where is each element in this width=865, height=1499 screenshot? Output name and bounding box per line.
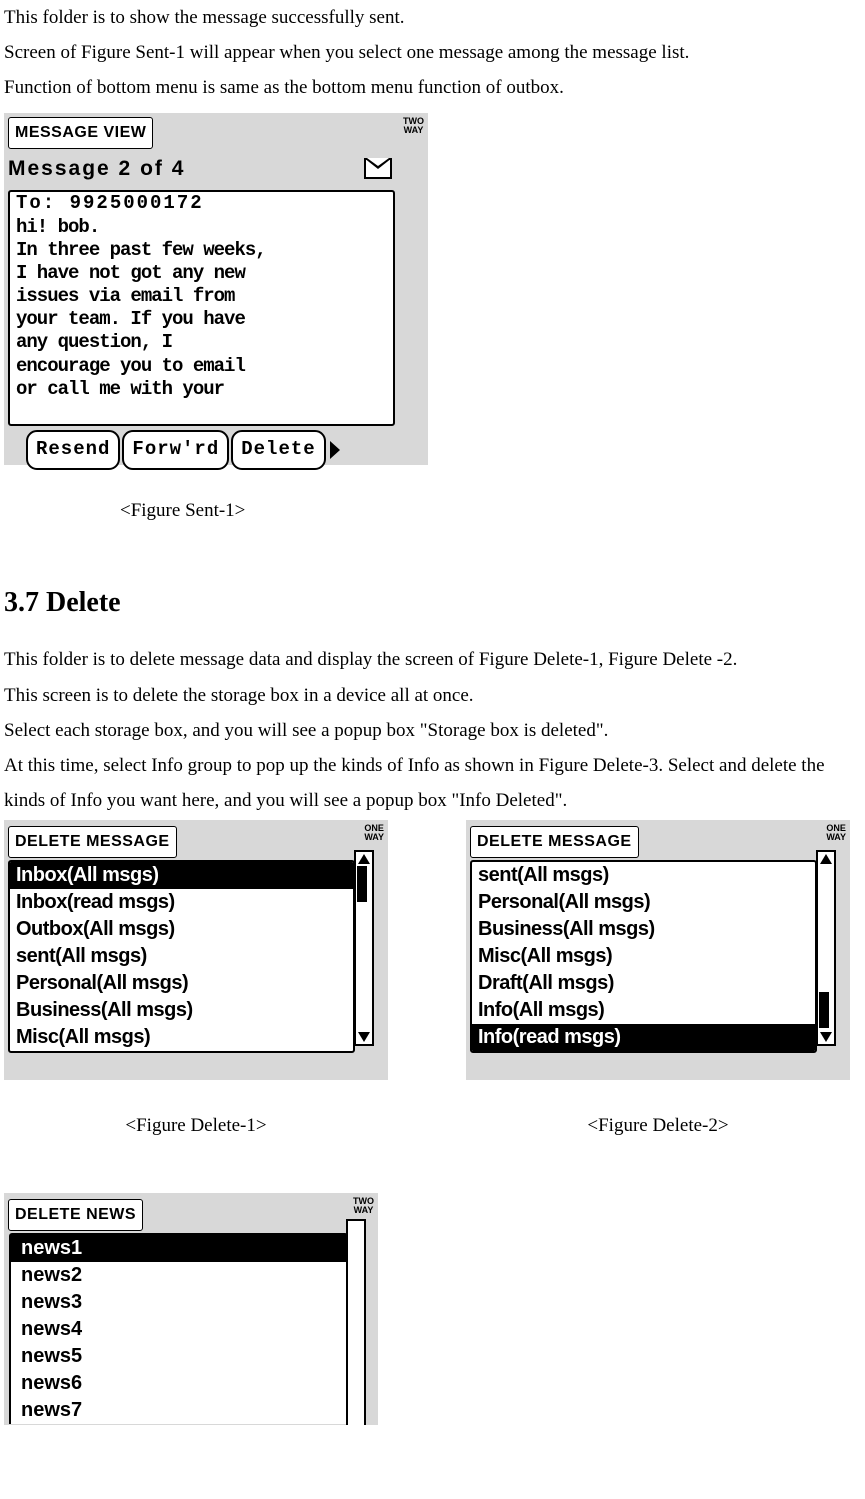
screen-title: DELETE MESSAGE [8,826,177,858]
intro-p3: Function of bottom menu is same as the b… [4,70,861,105]
list-item[interactable]: sent(All msgs) [10,943,353,970]
list-item[interactable]: Outbox(All msgs) [10,916,353,943]
figure-delete-3: TWO WAY DELETE NEWS news1news2news3news4… [4,1193,378,1425]
list-item[interactable]: news2 [11,1262,346,1289]
scroll-thumb[interactable] [348,1221,364,1257]
list-item[interactable]: Business(All msgs) [10,997,353,1024]
resend-button[interactable]: Resend [26,430,120,469]
scrollbar[interactable] [816,850,836,1046]
list-item[interactable]: Personal(All msgs) [10,970,353,997]
screen-title: MESSAGE VIEW [8,117,153,149]
forward-button[interactable]: Forw'rd [122,430,229,469]
to-line: To: 9925000172 [16,192,387,215]
list-item[interactable]: news3 [11,1289,346,1316]
delete-p4: At this time, select Info group to pop u… [4,748,861,818]
caption-delete-1: <Figure Delete-1> [4,1108,388,1143]
mode-indicator: ONE WAY [826,824,846,842]
delete-p2: This screen is to delete the storage box… [4,678,861,713]
delete-p1: This folder is to delete message data an… [4,642,861,677]
mode-indicator: TWO WAY [403,117,424,135]
delete-p3: Select each storage box, and you will se… [4,713,861,748]
scroll-thumb[interactable] [819,992,829,1028]
caption-sent-1: <Figure Sent-1> [4,493,861,528]
list-item[interactable]: Info(read msgs) [472,1024,815,1051]
list-item[interactable]: Draft(All msgs) [472,970,815,997]
figure-delete-2: ONE WAY DELETE MESSAGE sent(All msgs)Per… [466,820,850,1080]
list-item[interactable]: news7 [11,1397,346,1424]
list-item[interactable]: Misc(All msgs) [10,1024,353,1051]
body-text: hi! bob. In three past few weeks, I have… [16,216,387,401]
list-item[interactable]: Personal(All msgs) [472,889,815,916]
right-arrow-icon[interactable] [330,441,340,459]
list-item[interactable]: news6 [11,1370,346,1397]
message-body: To: 9925000172 hi! bob. In three past fe… [8,190,395,426]
intro-p1: This folder is to show the message succe… [4,0,861,35]
message-counter: Message 2 of 4 [8,150,185,189]
list-item[interactable]: Info(All msgs) [472,997,815,1024]
envelope-icon [364,158,392,179]
list-item[interactable]: Misc(All msgs) [472,943,815,970]
intro-p2: Screen of Figure Sent-1 will appear when… [4,35,861,70]
scroll-up-icon[interactable] [820,854,832,864]
scroll-thumb[interactable] [357,866,367,902]
list-item[interactable]: Business(All msgs) [472,916,815,943]
figure-delete-1: ONE WAY DELETE MESSAGE Inbox(All msgs)In… [4,820,388,1080]
list-item[interactable]: Inbox(read msgs) [10,889,353,916]
list-item[interactable]: news5 [11,1343,346,1370]
list-item[interactable]: news1 [11,1235,346,1262]
scroll-up-icon[interactable] [358,854,370,864]
screen-title: DELETE NEWS [8,1199,143,1231]
scrollbar[interactable] [346,1219,366,1425]
mode-indicator: TWO WAY [353,1197,374,1215]
list-item[interactable]: news4 [11,1316,346,1343]
figure-sent-1: TWO WAY MESSAGE VIEW Message 2 of 4 To: … [4,113,428,465]
delete-button[interactable]: Delete [231,430,325,469]
caption-delete-2: <Figure Delete-2> [466,1108,850,1143]
scroll-down-icon[interactable] [820,1032,832,1042]
list-item[interactable]: Inbox(All msgs) [10,862,353,889]
scroll-down-icon[interactable] [358,1032,370,1042]
scrollbar[interactable] [354,850,374,1046]
screen-title: DELETE MESSAGE [470,826,639,858]
section-heading-3-7: 3.7 Delete [4,577,861,629]
mode-indicator: ONE WAY [364,824,384,842]
list-item[interactable]: sent(All msgs) [472,862,815,889]
